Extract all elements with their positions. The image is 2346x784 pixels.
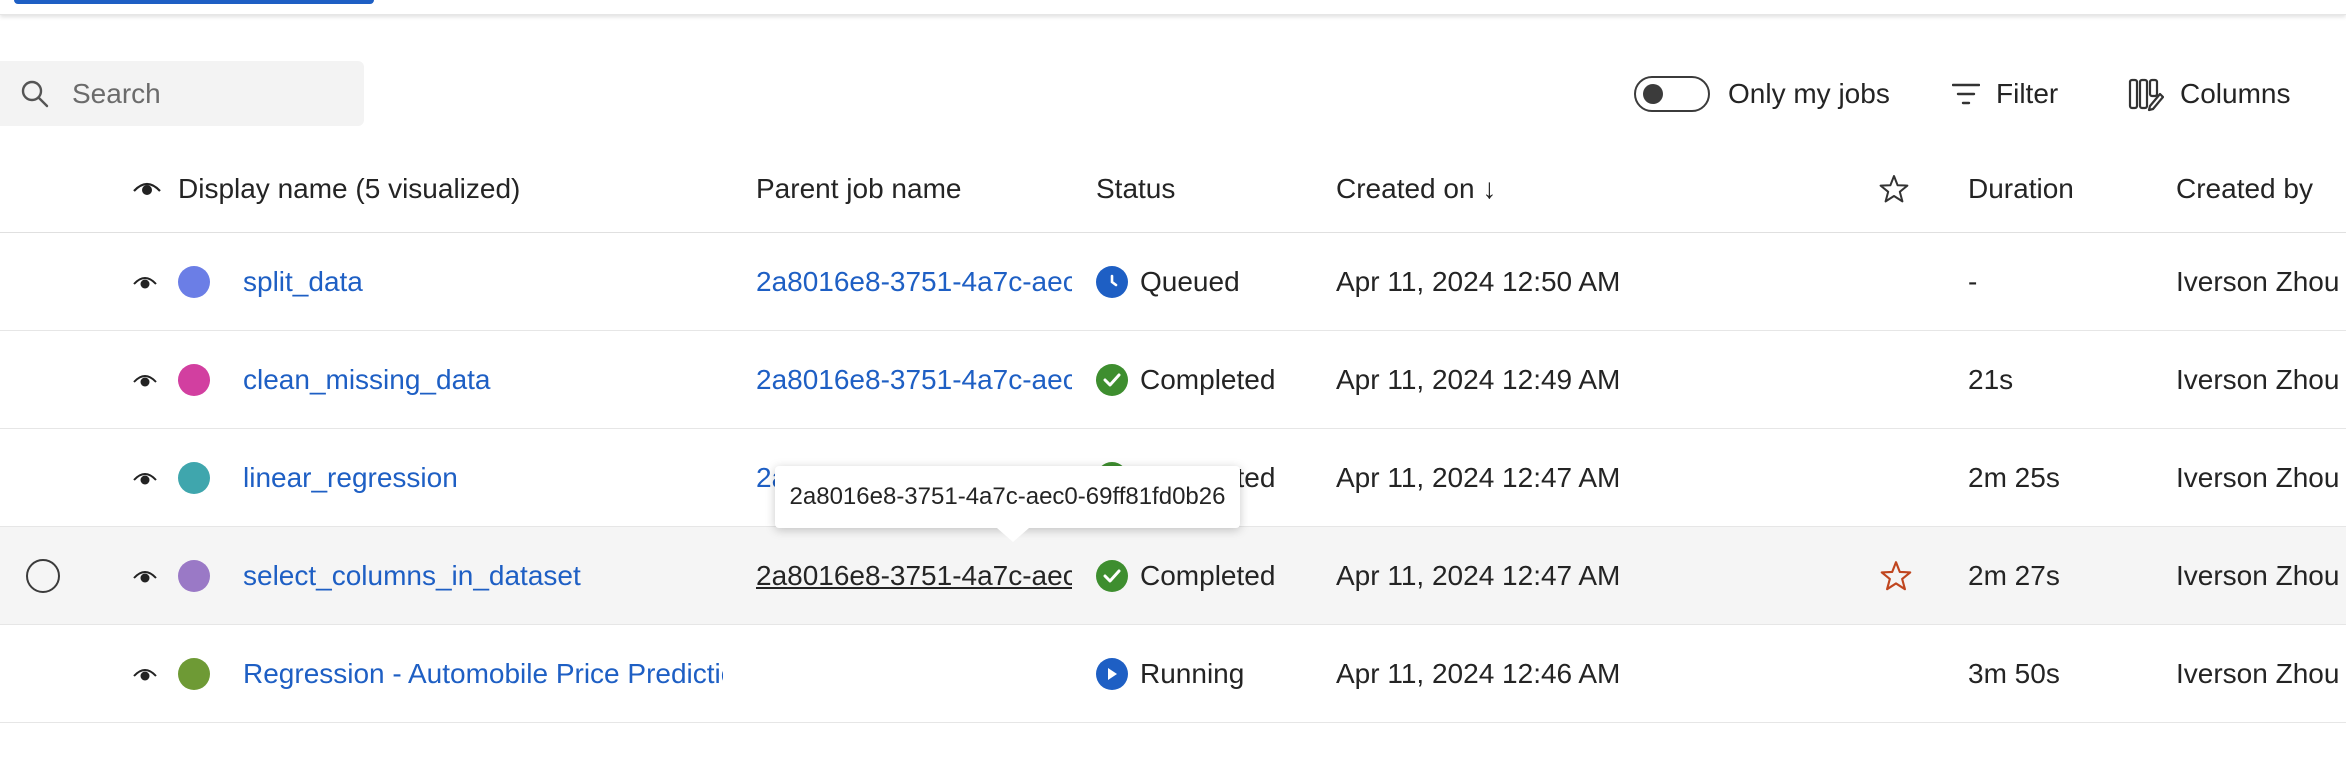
created-on-cell: Apr 11, 2024 12:50 AM [1336, 265, 1621, 297]
header-status-label: Status [1096, 173, 1176, 204]
parent-job-tooltip: 2a8016e8-3751-4a7c-aec0-69ff81fd0b26 [775, 466, 1240, 542]
table-row[interactable]: Regression - Automobile Price Prediction… [0, 625, 2346, 723]
check-icon [1096, 559, 1128, 592]
duration-cell: 3m 50s [1968, 657, 2060, 689]
parent-job-link[interactable]: 2a8016e8-3751-4a7c-aec0-69ff81fd0b26 [756, 331, 1072, 428]
toggle-knob [1643, 84, 1663, 104]
duration-cell: 21s [1968, 363, 2014, 395]
columns-icon [2128, 78, 2164, 112]
header-created-by[interactable]: Created by [2176, 160, 2313, 218]
header-duration-label: Duration [1968, 173, 2074, 204]
created-on-cell: Apr 11, 2024 12:49 AM [1336, 363, 1621, 395]
star-outline-icon [1879, 175, 1909, 203]
eye-icon[interactable] [132, 567, 158, 585]
job-display-name-link[interactable]: Regression - Automobile Price Prediction [243, 625, 723, 722]
row-visibility-toggle[interactable] [132, 233, 162, 330]
header-display-name[interactable]: Display name (5 visualized) [132, 160, 520, 218]
status-label: Completed [1140, 559, 1276, 591]
table-row[interactable]: clean_missing_data 2a8016e8-3751-4a7c-aec… [0, 331, 2346, 429]
row-visibility-toggle[interactable] [132, 625, 162, 722]
series-color-dot [178, 233, 212, 330]
series-color-dot [178, 625, 212, 722]
created-on-cell: Apr 11, 2024 12:47 AM [1336, 461, 1621, 493]
eye-icon[interactable] [132, 179, 162, 199]
duration-cell: 2m 27s [1968, 559, 2060, 591]
row-visibility-toggle[interactable] [132, 527, 162, 624]
columns-label: Columns [2180, 78, 2291, 109]
job-display-name-link[interactable]: split_data [243, 233, 723, 330]
search-box[interactable] [0, 61, 364, 126]
header-duration[interactable]: Duration [1968, 160, 2074, 218]
search-icon [21, 80, 49, 107]
created-on-cell: Apr 11, 2024 12:46 AM [1336, 657, 1621, 689]
toggle-switch[interactable] [1634, 76, 1710, 112]
created-by-cell: Iverson Zhou [2176, 461, 2340, 493]
tab-indicator [14, 0, 374, 4]
header-created-by-label: Created by [2176, 173, 2313, 204]
row-visibility-toggle[interactable] [132, 331, 162, 428]
row-select-radio[interactable] [26, 527, 66, 624]
job-display-name-link[interactable]: clean_missing_data [243, 331, 723, 428]
created-by-cell: Iverson Zhou [2176, 559, 2340, 591]
duration-cell: - [1968, 265, 1978, 297]
duration-cell: 2m 25s [1968, 461, 2060, 493]
series-color-dot [178, 429, 212, 526]
created-by-cell: Iverson Zhou [2176, 657, 2340, 689]
header-created-on-label: Created on ↓ [1336, 173, 1497, 204]
check-icon [1096, 363, 1128, 396]
created-by-cell: Iverson Zhou [2176, 265, 2340, 297]
tooltip-text: 2a8016e8-3751-4a7c-aec0-69ff81fd0b26 [789, 483, 1226, 510]
favorite-star-icon[interactable] [1876, 527, 1916, 624]
status-cell: Running [1096, 625, 1296, 722]
header-display-name-label: Display name (5 visualized) [178, 173, 521, 204]
parent-job-text: 2a8016e8-3751-4a7c-aec0-69ff81fd0b26 [756, 363, 1072, 395]
status-label: Running [1140, 657, 1245, 689]
filter-icon [1952, 83, 1980, 105]
header-parent-job[interactable]: Parent job name [756, 160, 961, 218]
eye-icon[interactable] [132, 371, 158, 389]
status-label: Completed [1140, 363, 1276, 395]
parent-job-text: 2a8016e8-3751-4a7c-aec0-69ff81fd0b26 [756, 265, 1072, 297]
filter-label: Filter [1996, 78, 2059, 109]
top-bar [0, 0, 2346, 15]
header-favorite[interactable] [1878, 160, 1910, 218]
row-visibility-toggle[interactable] [132, 429, 162, 526]
job-display-name-link[interactable]: linear_regression [243, 429, 723, 526]
status-label: Queued [1140, 265, 1240, 297]
series-color-dot [178, 527, 212, 624]
only-my-jobs-label: Only my jobs [1728, 78, 1890, 109]
created-by-cell: Iverson Zhou [2176, 363, 2340, 395]
eye-icon[interactable] [132, 665, 158, 683]
header-created-on[interactable]: Created on ↓ [1336, 160, 1496, 218]
parent-job-link[interactable]: 2a8016e8-3751-4a7c-aec0-69ff81fd0b26 [756, 233, 1072, 330]
filter-button[interactable]: Filter [1952, 72, 2058, 116]
job-display-name-link[interactable]: select_columns_in_dataset [243, 527, 723, 624]
eye-icon[interactable] [132, 469, 158, 487]
series-color-dot [178, 331, 212, 428]
table-row[interactable]: select_columns_in_dataset 2a8016e8-3751-4… [0, 527, 2346, 625]
search-input[interactable] [70, 76, 334, 111]
clock-icon [1096, 265, 1128, 298]
header-parent-job-label: Parent job name [756, 173, 962, 204]
header-status[interactable]: Status [1096, 160, 1175, 218]
parent-job-text: 2a8016e8-3751-4a7c-aec0-69ff81fd0b26 [756, 559, 1072, 591]
status-cell: Completed [1096, 331, 1296, 428]
play-icon [1096, 657, 1128, 690]
table-row[interactable]: split_data 2a8016e8-3751-4a7c-aec0-69ff81… [0, 233, 2346, 331]
status-cell: Completed [1096, 527, 1296, 624]
eye-icon[interactable] [132, 273, 158, 291]
created-on-cell: Apr 11, 2024 12:47 AM [1336, 559, 1621, 591]
status-cell: Queued [1096, 233, 1296, 330]
only-my-jobs-toggle[interactable]: Only my jobs [1634, 72, 1890, 116]
columns-button[interactable]: Columns [2128, 72, 2290, 116]
